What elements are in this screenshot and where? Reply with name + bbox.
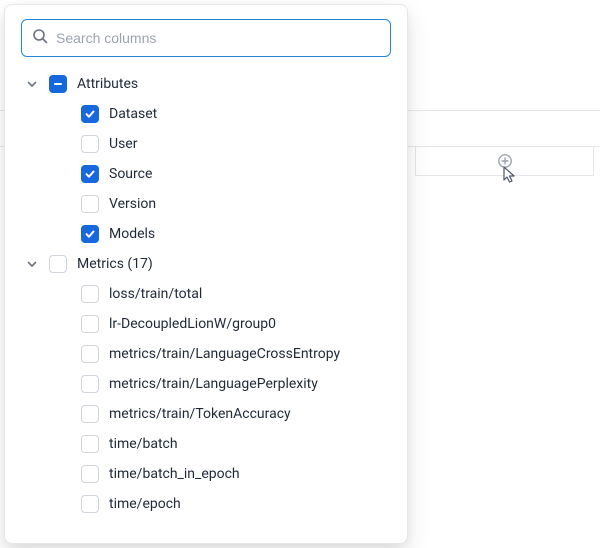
- column-item[interactable]: time/batch: [5, 429, 407, 459]
- group-children: loss/train/total lr-DecoupledLionW/group0…: [5, 279, 407, 519]
- column-item[interactable]: time/batch_in_epoch: [5, 459, 407, 489]
- item-checkbox[interactable]: [81, 405, 99, 423]
- column-item[interactable]: metrics/train/LanguagePerplexity: [5, 369, 407, 399]
- item-checkbox[interactable]: [81, 285, 99, 303]
- column-item[interactable]: Models: [5, 219, 407, 249]
- item-label: metrics/train/TokenAccuracy: [109, 406, 291, 422]
- item-checkbox[interactable]: [81, 495, 99, 513]
- search-icon: [32, 28, 48, 48]
- item-checkbox[interactable]: [81, 465, 99, 483]
- item-checkbox[interactable]: [81, 315, 99, 333]
- column-picker-panel: Attributes Dataset User Source Version Models…: [4, 4, 408, 544]
- search-input[interactable]: [56, 30, 380, 46]
- column-tree: Attributes Dataset User Source Version Models…: [5, 67, 407, 527]
- item-label: Version: [109, 196, 156, 212]
- item-label: metrics/train/LanguagePerplexity: [109, 376, 318, 392]
- item-label: loss/train/total: [109, 286, 202, 302]
- column-item[interactable]: Source: [5, 159, 407, 189]
- column-item[interactable]: Dataset: [5, 99, 407, 129]
- item-label: time/batch_in_epoch: [109, 466, 240, 482]
- group-children: Dataset User Source Version Models: [5, 99, 407, 249]
- column-item[interactable]: lr-DecoupledLionW/group0: [5, 309, 407, 339]
- item-checkbox[interactable]: [81, 375, 99, 393]
- item-label: Source: [109, 166, 152, 182]
- item-checkbox[interactable]: [81, 135, 99, 153]
- item-label: time/batch: [109, 436, 178, 452]
- add-column-button[interactable]: [415, 146, 594, 176]
- group-header[interactable]: Attributes: [5, 69, 407, 99]
- plus-circle-icon: [497, 153, 513, 169]
- item-checkbox[interactable]: [81, 225, 99, 243]
- group-label: Metrics (17): [77, 256, 153, 272]
- item-checkbox[interactable]: [81, 105, 99, 123]
- chevron-down-icon: [25, 257, 39, 271]
- item-label: time/epoch: [109, 496, 181, 512]
- column-item[interactable]: metrics/train/LanguageCrossEntropy: [5, 339, 407, 369]
- column-item[interactable]: User: [5, 129, 407, 159]
- item-checkbox[interactable]: [81, 195, 99, 213]
- column-item[interactable]: Version: [5, 189, 407, 219]
- item-checkbox[interactable]: [81, 435, 99, 453]
- group-label: Attributes: [77, 76, 138, 92]
- item-label: lr-DecoupledLionW/group0: [109, 316, 276, 332]
- item-label: User: [109, 136, 137, 152]
- item-label: metrics/train/LanguageCrossEntropy: [109, 346, 340, 362]
- item-label: Dataset: [109, 106, 157, 122]
- item-checkbox[interactable]: [81, 165, 99, 183]
- item-checkbox[interactable]: [81, 345, 99, 363]
- item-label: Models: [109, 226, 155, 242]
- group-checkbox[interactable]: [49, 255, 67, 273]
- column-item[interactable]: metrics/train/TokenAccuracy: [5, 399, 407, 429]
- column-item[interactable]: time/epoch: [5, 489, 407, 519]
- column-item[interactable]: loss/train/total: [5, 279, 407, 309]
- search-input-container[interactable]: [21, 19, 391, 57]
- group-header[interactable]: Metrics (17): [5, 249, 407, 279]
- group-checkbox[interactable]: [49, 75, 67, 93]
- chevron-down-icon: [25, 77, 39, 91]
